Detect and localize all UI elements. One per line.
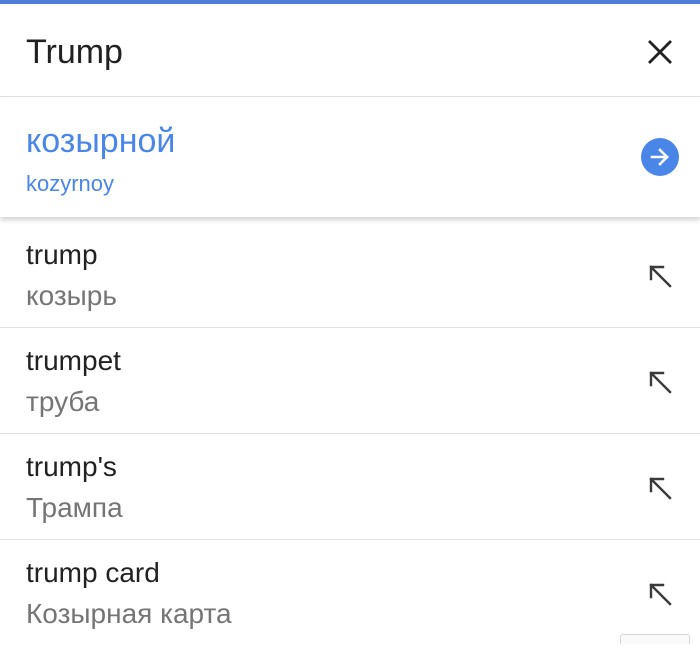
- search-input[interactable]: [26, 30, 586, 74]
- arrow-up-left-icon: [649, 371, 672, 394]
- list-item[interactable]: trump козырь: [0, 222, 700, 328]
- list-item[interactable]: trump's Трампа: [0, 434, 700, 540]
- arrow-right-icon: [650, 148, 669, 166]
- search-bar: [0, 4, 700, 97]
- clear-search-button[interactable]: [636, 32, 684, 72]
- translation-result-card[interactable]: козырной kozyrnoy: [0, 97, 700, 217]
- suggestion-list: trump козырь trumpet труба trump's Трамп…: [0, 222, 700, 646]
- suggestion-translation: труба: [26, 386, 100, 417]
- transliteration-text: kozyrnoy: [26, 171, 115, 196]
- open-translation-button[interactable]: [641, 138, 679, 176]
- arrow-up-left-icon: [649, 583, 672, 606]
- suggestion-word: trump card: [26, 557, 160, 588]
- list-item[interactable]: trumpet труба: [0, 328, 700, 434]
- fill-query-button[interactable]: [636, 468, 684, 508]
- close-icon: [648, 40, 672, 64]
- arrow-up-left-icon: [649, 477, 672, 500]
- suggestion-word: trump's: [26, 451, 117, 482]
- fill-query-button[interactable]: [636, 256, 684, 296]
- list-item[interactable]: trump card Козырная карта: [0, 540, 700, 646]
- suggestion-translation: Трампа: [26, 492, 123, 523]
- translation-text: козырной: [26, 122, 176, 160]
- arrow-up-left-icon: [649, 265, 672, 288]
- suggestion-translation: Козырная карта: [26, 598, 232, 629]
- suggestion-word: trumpet: [26, 345, 121, 376]
- suggestion-translation: козырь: [26, 280, 117, 311]
- partial-element-edge: [620, 634, 690, 644]
- fill-query-button[interactable]: [636, 574, 684, 614]
- suggestion-word: trump: [26, 239, 98, 270]
- fill-query-button[interactable]: [636, 362, 684, 402]
